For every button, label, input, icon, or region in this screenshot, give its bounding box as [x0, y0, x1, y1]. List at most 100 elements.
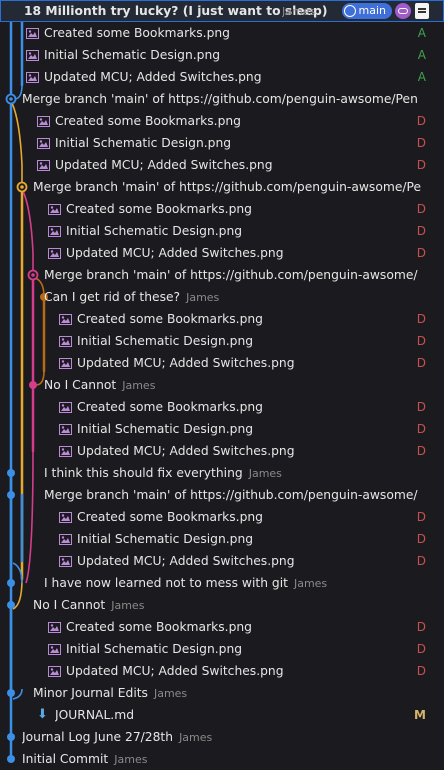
file-name: Created some Bookmarks.png: [66, 202, 252, 216]
file-row[interactable]: Initial Schematic Design.png D: [0, 528, 444, 550]
file-row[interactable]: Updated MCU; Added Switches.png A: [0, 66, 444, 88]
file-name: Initial Schematic Design.png: [44, 48, 221, 62]
file-name: Initial Schematic Design.png: [66, 642, 243, 656]
file-name: Created some Bookmarks.png: [44, 26, 230, 40]
cloud-icon[interactable]: [395, 3, 411, 19]
image-file-icon: [59, 314, 72, 325]
commit-row[interactable]: I think this should fix everything James: [0, 462, 444, 484]
image-file-icon: [26, 28, 39, 39]
commit-author: James: [293, 577, 328, 590]
file-row[interactable]: Updated MCU; Added Switches.png D: [0, 154, 444, 176]
file-row[interactable]: Updated MCU; Added Switches.png D: [0, 242, 444, 264]
commit-row[interactable]: Merge branch 'main' of https://github.co…: [0, 88, 444, 110]
commit-row[interactable]: No I Cannot James: [0, 374, 444, 396]
file-name: Updated MCU; Added Switches.png: [77, 554, 295, 568]
branch-badge[interactable]: main: [341, 3, 392, 19]
file-name: Updated MCU; Added Switches.png: [66, 246, 284, 260]
file-status: A: [417, 70, 426, 84]
file-row[interactable]: Initial Schematic Design.png D: [0, 330, 444, 352]
commit-row[interactable]: Initial Commit James: [0, 748, 444, 770]
file-name: JOURNAL.md: [55, 708, 135, 722]
image-file-icon: [37, 160, 50, 171]
file-row[interactable]: Created some Bookmarks.png D: [0, 396, 444, 418]
file-row[interactable]: Created some Bookmarks.png D: [0, 308, 444, 330]
file-status: D: [416, 444, 426, 458]
file-row[interactable]: Initial Schematic Design.png D: [0, 220, 444, 242]
commit-message: Can I get rid of these? James: [44, 290, 220, 304]
commit-row[interactable]: Journal Log June 27/28th James: [0, 726, 444, 748]
file-status: D: [416, 334, 426, 348]
file-name: Created some Bookmarks.png: [77, 312, 263, 326]
image-file-icon: [59, 556, 72, 567]
commit-message: No I Cannot James: [44, 378, 156, 392]
file-status: D: [416, 510, 426, 524]
file-row[interactable]: Created some Bookmarks.png D: [0, 198, 444, 220]
file-status: D: [416, 642, 426, 656]
image-file-icon: [37, 138, 50, 149]
commit-message: Merge branch 'main' of https://github.co…: [33, 180, 422, 194]
image-file-icon: [59, 534, 72, 545]
file-status: M: [414, 708, 426, 722]
file-row[interactable]: Created some Bookmarks.png D: [0, 506, 444, 528]
markdown-file-icon: ⬇: [37, 707, 48, 722]
file-row[interactable]: Created some Bookmarks.png D: [0, 110, 444, 132]
file-name: Initial Schematic Design.png: [66, 224, 243, 238]
file-name: Created some Bookmarks.png: [66, 620, 252, 634]
document-icon[interactable]: [415, 3, 429, 19]
head-commit-row[interactable]: 18 Millionth try lucky? (I just want to …: [0, 0, 444, 22]
file-status: D: [416, 136, 426, 150]
file-row[interactable]: Updated MCU; Added Switches.png D: [0, 440, 444, 462]
file-row[interactable]: Created some Bookmarks.png A: [0, 22, 444, 44]
commit-row[interactable]: Merge branch 'main' of https://github.co…: [0, 264, 444, 286]
image-file-icon: [26, 50, 39, 61]
file-name: Initial Schematic Design.png: [55, 136, 232, 150]
image-file-icon: [59, 512, 72, 523]
commit-message: Initial Commit James: [22, 752, 148, 766]
file-name: Updated MCU; Added Switches.png: [66, 664, 284, 678]
image-file-icon: [48, 204, 61, 215]
file-row[interactable]: Initial Schematic Design.png D: [0, 638, 444, 660]
file-status: D: [416, 312, 426, 326]
commit-author: James: [111, 599, 145, 612]
commit-row[interactable]: No I Cannot James: [0, 594, 444, 616]
image-file-icon: [48, 248, 61, 259]
file-row[interactable]: Initial Schematic Design.png D: [0, 132, 444, 154]
image-file-icon: [59, 358, 72, 369]
commit-author: James: [122, 379, 156, 392]
file-row[interactable]: Initial Schematic Design.png A: [0, 44, 444, 66]
file-row[interactable]: Initial Schematic Design.png D: [0, 418, 444, 440]
file-row[interactable]: ⬇ JOURNAL.md M: [0, 704, 444, 726]
commit-row[interactable]: Merge branch 'main' of https://github.co…: [0, 484, 444, 506]
commit-row[interactable]: I have now learned not to mess with git J…: [0, 572, 444, 594]
image-file-icon: [26, 72, 39, 83]
file-row[interactable]: Created some Bookmarks.png D: [0, 616, 444, 638]
file-status: D: [416, 158, 426, 172]
commit-author: James: [186, 291, 220, 304]
commit-row[interactable]: Merge branch 'main' of https://github.co…: [0, 176, 444, 198]
commit-message: Merge branch 'main' of https://github.co…: [22, 92, 418, 106]
file-name: Initial Schematic Design.png: [77, 334, 254, 348]
commit-author: James: [248, 467, 282, 480]
commit-message: I think this should fix everything James: [44, 466, 282, 480]
image-file-icon: [48, 666, 61, 677]
file-row[interactable]: Updated MCU; Added Switches.png D: [0, 550, 444, 572]
file-row[interactable]: Updated MCU; Added Switches.png D: [0, 660, 444, 682]
commit-message: Merge branch 'main' of https://github.co…: [44, 488, 418, 502]
branch-label: main: [358, 4, 386, 17]
file-status: D: [416, 554, 426, 568]
file-status: A: [417, 26, 426, 40]
commit-row[interactable]: Can I get rid of these? James: [0, 286, 444, 308]
file-name: Updated MCU; Added Switches.png: [77, 444, 295, 458]
file-status: D: [416, 422, 426, 436]
commit-message: Minor Journal Edits James: [33, 686, 188, 700]
image-file-icon: [48, 226, 61, 237]
image-file-icon: [59, 402, 72, 413]
file-row[interactable]: Updated MCU; Added Switches.png D: [0, 352, 444, 374]
file-status: D: [416, 664, 426, 678]
file-name: Created some Bookmarks.png: [77, 510, 263, 524]
commit-row[interactable]: Minor Journal Edits James: [0, 682, 444, 704]
file-name: Initial Schematic Design.png: [77, 422, 254, 436]
commit-author: James: [179, 731, 213, 744]
file-name: Updated MCU; Added Switches.png: [77, 356, 295, 370]
file-status: D: [416, 224, 426, 238]
